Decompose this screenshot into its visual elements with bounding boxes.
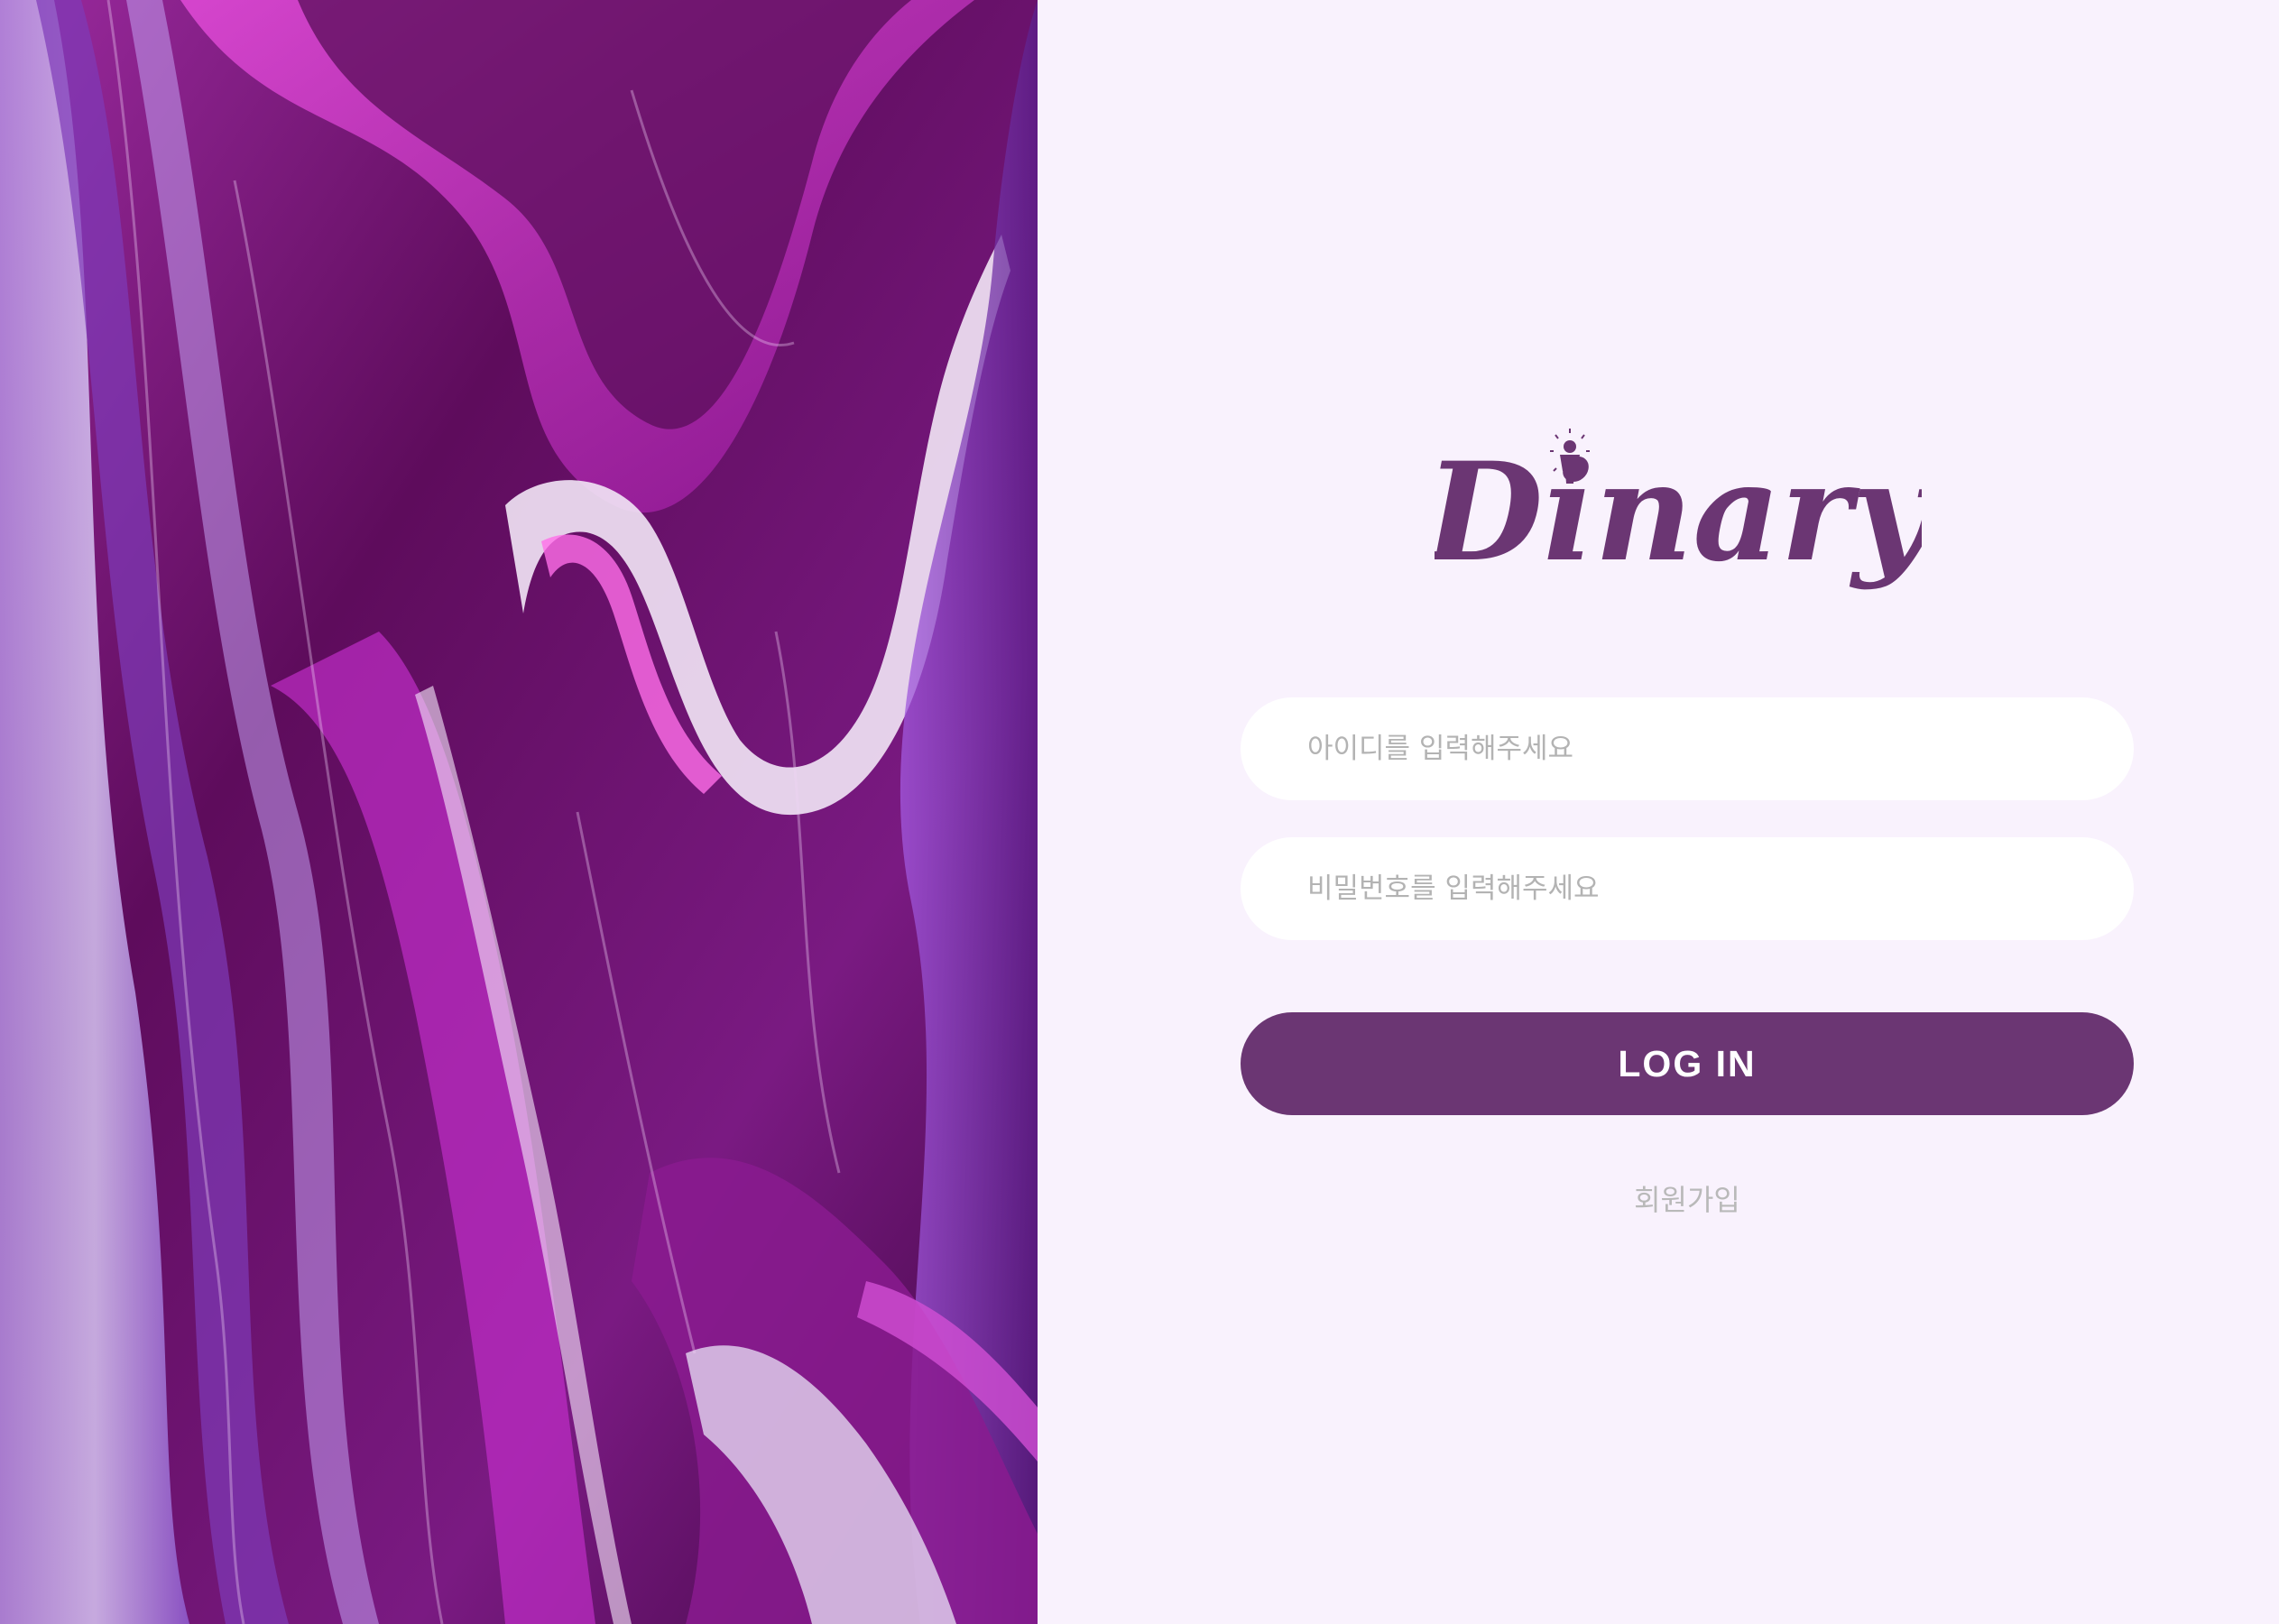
paint-swirl-artwork [0,0,1038,1624]
brand-wordmark: Dinary [1435,433,1922,592]
paint-swirl-image [0,0,1038,1624]
password-input[interactable] [1241,837,2134,940]
dinary-logo: Dinary [1435,424,1922,623]
dinary-logo-mark: Dinary [1435,429,1922,592]
login-page: Dinary LOG IN 회원가입 [0,0,2279,1624]
login-button[interactable]: LOG IN [1241,1012,2134,1115]
login-panel: Dinary LOG IN 회원가입 [1038,0,2279,1624]
signup-link[interactable]: 회원가입 [1241,1177,2134,1219]
username-input[interactable] [1241,697,2134,800]
